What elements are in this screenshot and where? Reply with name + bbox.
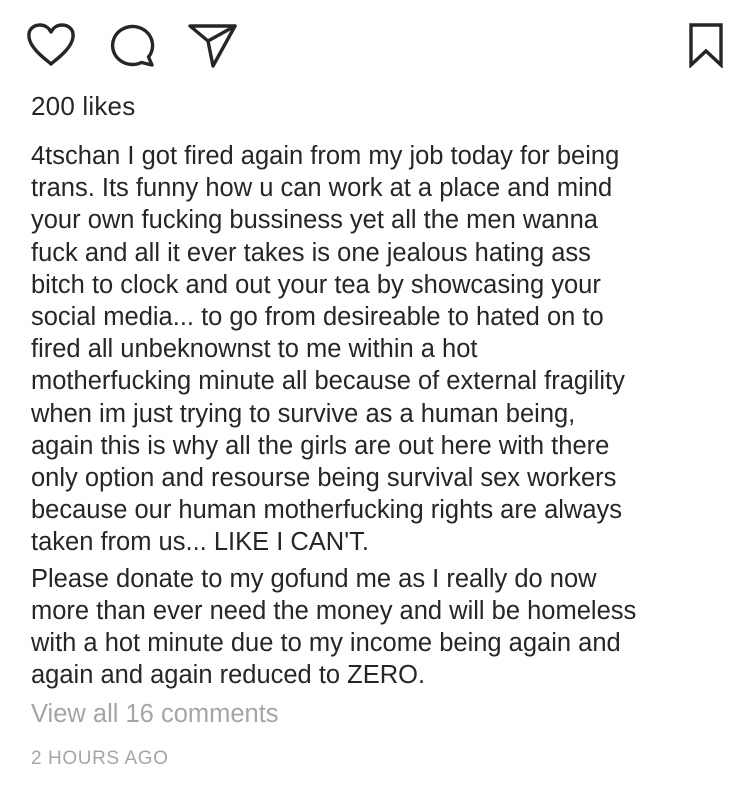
caption-line: only option and resourse being survival … xyxy=(31,464,617,493)
caption-line-text: I got fired again from my job today for … xyxy=(127,142,620,170)
caption-paragraph-2: Please donate to my gofund me as I reall… xyxy=(31,563,731,692)
caption-line: 4tschan I got fired again from my job to… xyxy=(31,142,619,170)
caption-line: Please donate to my gofund me as I reall… xyxy=(31,564,597,593)
caption-line: when im just trying to survive as a huma… xyxy=(31,399,576,428)
caption-line: social media... to go from desireable to… xyxy=(31,303,604,332)
caption-paragraph-1: 4tschan I got fired again from my job to… xyxy=(31,140,731,559)
caption-line: again and again reduced to ZERO. xyxy=(31,661,426,690)
caption-line: fuck and all it ever takes is one jealou… xyxy=(31,238,591,267)
caption-line: with a hot minute due to my income being… xyxy=(31,629,621,658)
view-all-comments-link[interactable]: View all 16 comments xyxy=(31,700,279,729)
caption-line: more than ever need the money and will b… xyxy=(31,596,637,625)
caption-line: taken from us... LIKE I CAN'T. xyxy=(31,528,369,557)
paper-plane-icon[interactable] xyxy=(188,22,238,68)
bookmark-icon[interactable] xyxy=(688,22,724,68)
heart-icon[interactable] xyxy=(26,22,76,68)
post-caption: 4tschan I got fired again from my job to… xyxy=(31,140,731,691)
post-timestamp: 2 HOURS AGO xyxy=(31,748,169,769)
caption-line: trans. Its funny how u can work at a pla… xyxy=(31,174,613,203)
likes-count[interactable]: 200 likes xyxy=(31,91,135,122)
caption-line: motherfucking minute all because of exte… xyxy=(31,367,625,396)
caption-line: again this is why all the girls are out … xyxy=(31,431,610,460)
username-link[interactable]: 4tschan xyxy=(31,142,120,170)
caption-line: because our human motherfucking rights a… xyxy=(31,496,623,525)
caption-line: fired all unbeknownst to me within a hot xyxy=(31,335,478,364)
caption-line: bitch to clock and out your tea by showc… xyxy=(31,270,601,299)
action-bar xyxy=(26,22,724,70)
speech-bubble-icon[interactable] xyxy=(108,22,156,68)
caption-line: your own fucking bussiness yet all the m… xyxy=(31,206,598,235)
